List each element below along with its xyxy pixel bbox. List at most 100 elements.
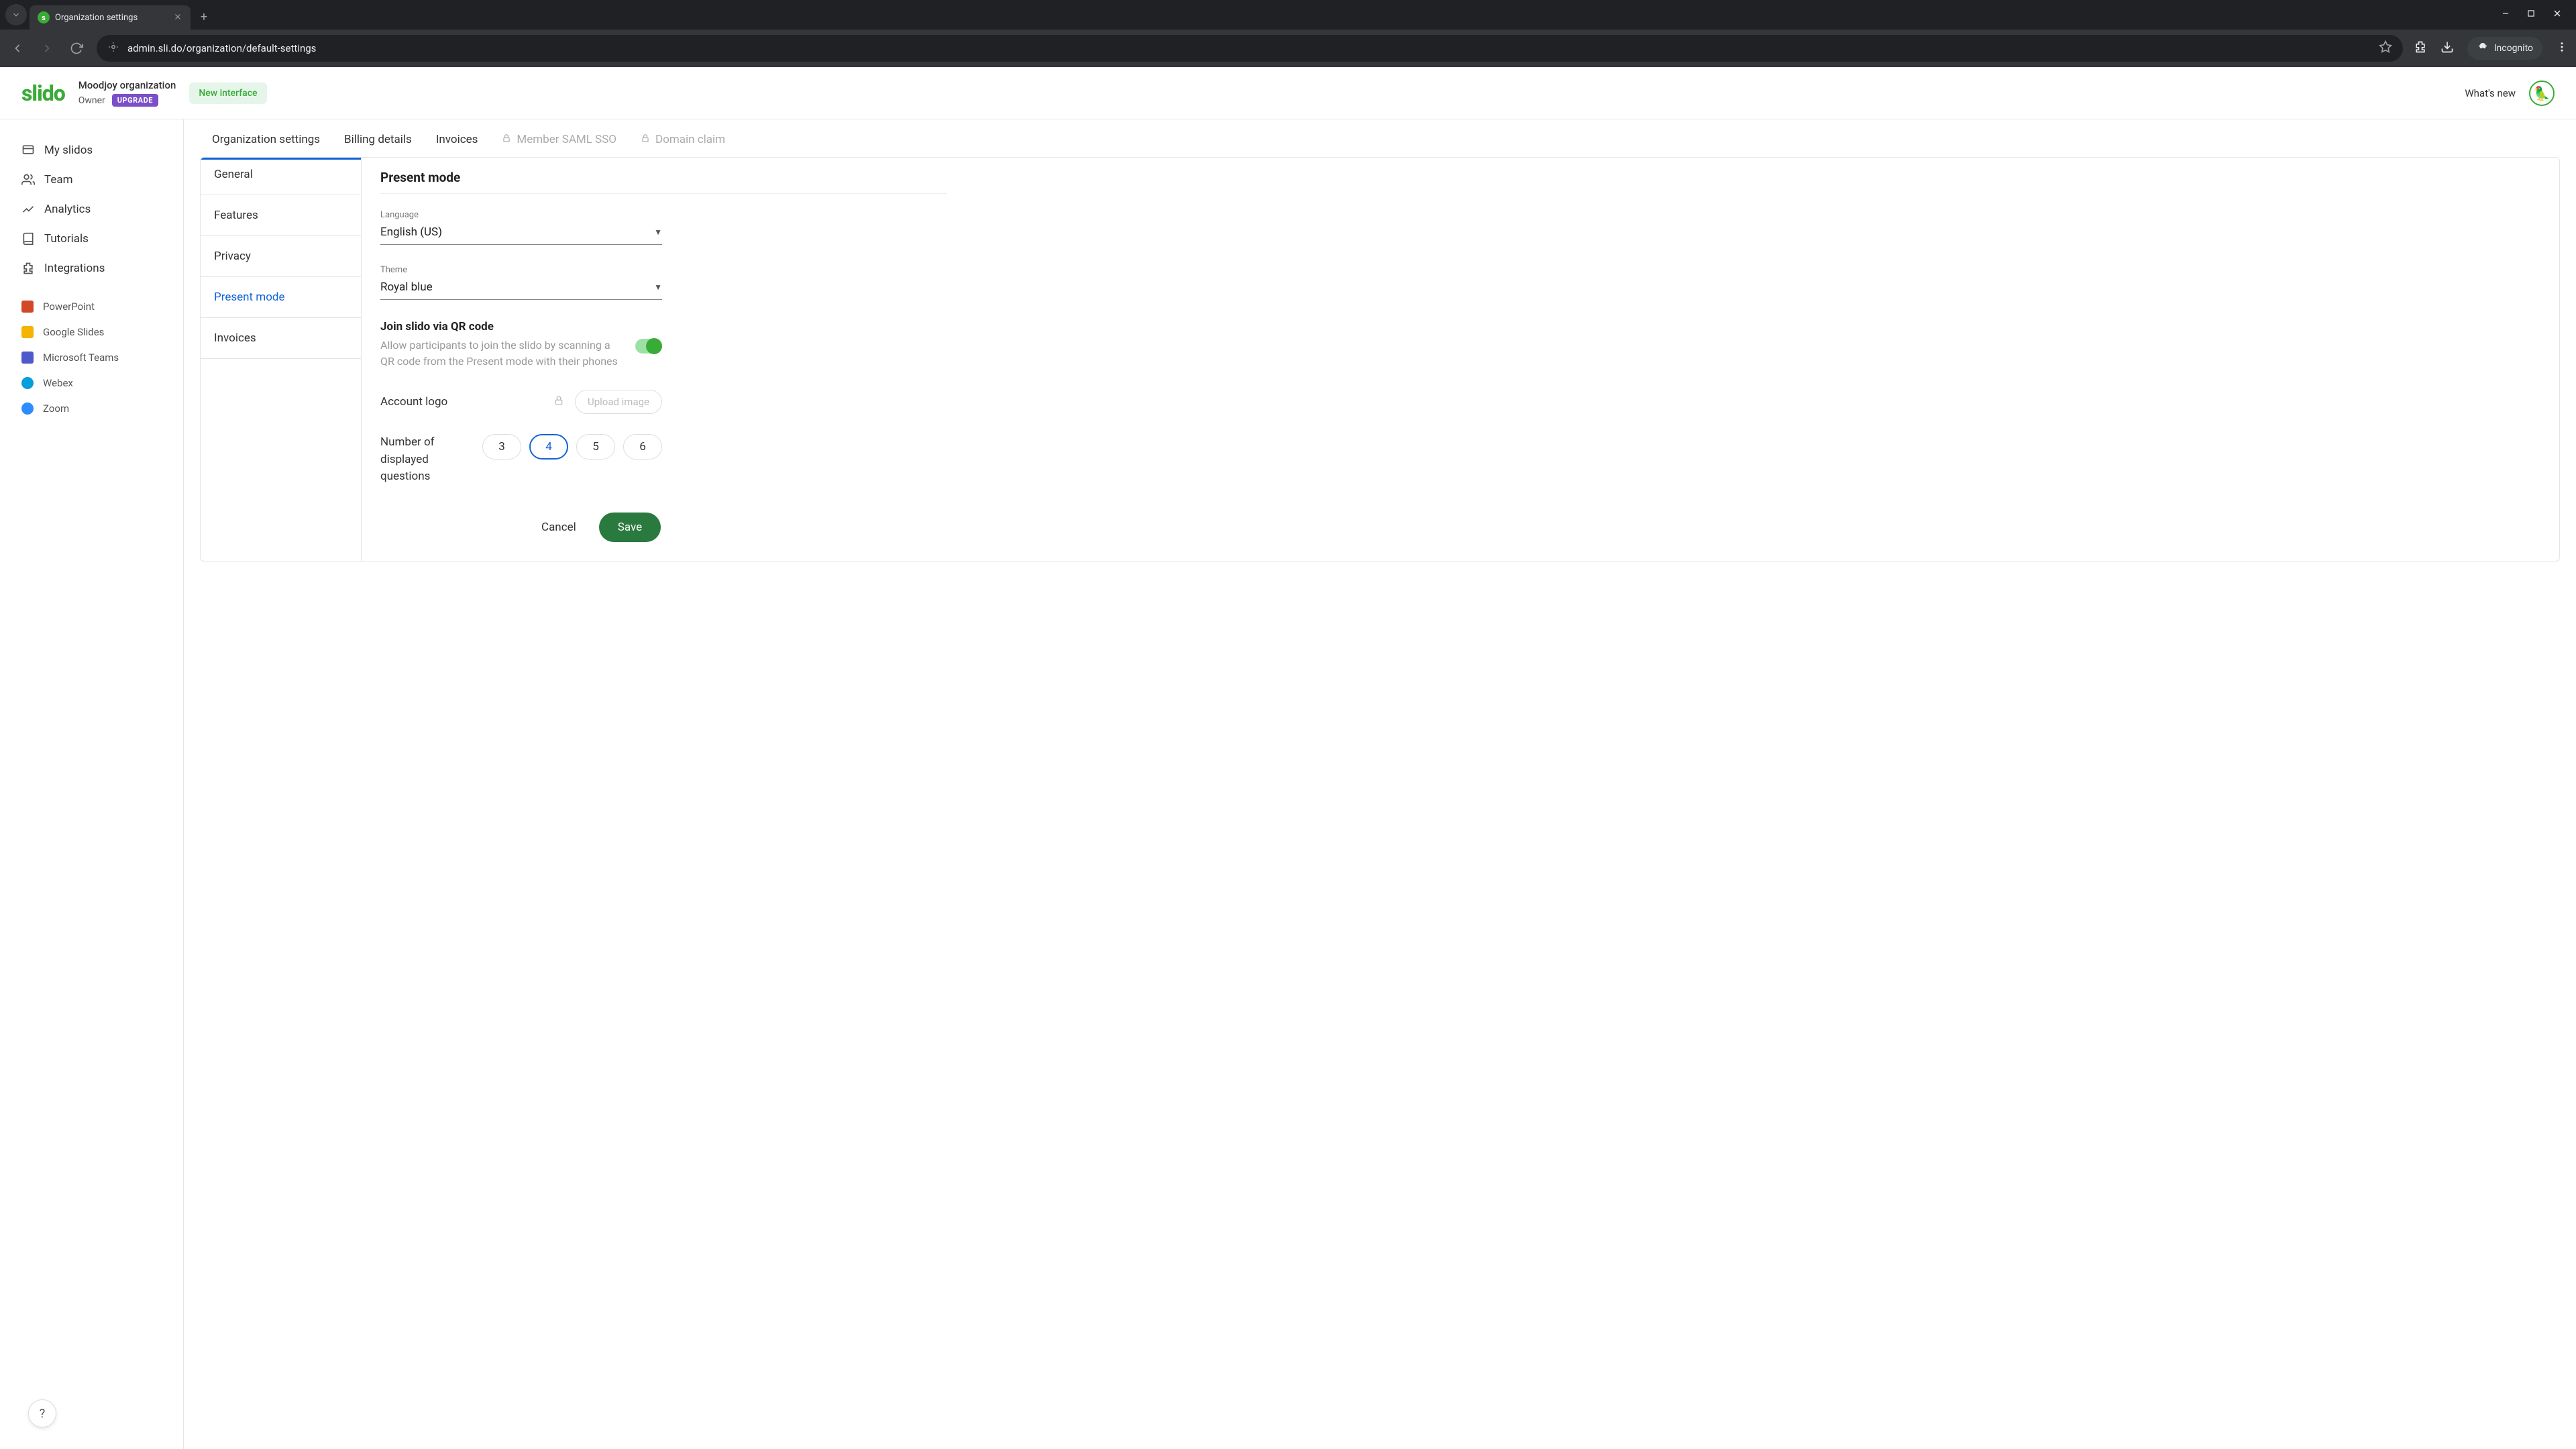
settings-nav-present-mode[interactable]: Present mode: [201, 277, 361, 318]
theme-field: Theme Royal blue ▼: [380, 265, 662, 300]
help-button[interactable]: ?: [28, 1399, 56, 1428]
divider: [380, 193, 947, 194]
new-interface-badge[interactable]: New interface: [189, 83, 266, 104]
settings-nav: General Features Privacy Present mode In…: [201, 158, 362, 561]
downloads-icon[interactable]: [2440, 40, 2454, 56]
bookmark-icon[interactable]: [2379, 40, 2392, 56]
tutorials-icon: [21, 232, 35, 246]
incognito-icon: [2477, 41, 2489, 56]
url-text: admin.sli.do/organization/default-settin…: [127, 42, 2371, 54]
tab-label: Domain claim: [655, 133, 725, 146]
site-settings-icon[interactable]: [107, 41, 119, 56]
language-label: Language: [380, 210, 662, 220]
analytics-icon: [21, 203, 35, 216]
chevron-down-icon: ▼: [654, 227, 662, 237]
tab-saml[interactable]: Member SAML SSO: [502, 133, 616, 157]
section-title: Present mode: [380, 170, 947, 185]
sidebar-item-tutorials[interactable]: Tutorials: [0, 224, 183, 254]
integration-label: Microsoft Teams: [43, 352, 119, 364]
sidebar-item-analytics[interactable]: Analytics: [0, 195, 183, 224]
settings-nav-general[interactable]: General: [201, 158, 361, 195]
actions: Cancel Save: [380, 513, 947, 542]
sidebar-item-integrations[interactable]: Integrations: [0, 254, 183, 283]
sidebar-integration-webex[interactable]: Webex: [0, 370, 183, 396]
settings-nav-features[interactable]: Features: [201, 195, 361, 236]
sidebar-item-label: Team: [44, 173, 73, 186]
org-role: Owner: [78, 95, 105, 106]
settings-nav-invoices[interactable]: Invoices: [201, 318, 361, 359]
upload-image-button[interactable]: Upload image: [575, 390, 662, 414]
sidebar-integration-google-slides[interactable]: Google Slides: [0, 319, 183, 345]
reload-button[interactable]: [67, 39, 86, 58]
qr-toggle[interactable]: [635, 339, 662, 354]
questions-row: Number of displayed questions 3 4 5 6: [380, 434, 662, 486]
upgrade-badge[interactable]: UPGRADE: [112, 94, 158, 107]
back-button[interactable]: [8, 39, 27, 58]
theme-select[interactable]: Royal blue ▼: [380, 278, 662, 300]
save-button[interactable]: Save: [599, 513, 661, 542]
tab-invoices[interactable]: Invoices: [436, 133, 478, 157]
new-tab-button[interactable]: +: [193, 6, 215, 28]
main-content: Organization settings Billing details In…: [184, 119, 2576, 1449]
extensions-icon[interactable]: [2414, 40, 2427, 56]
q-opt-5[interactable]: 5: [576, 434, 615, 460]
webex-icon: [21, 377, 34, 389]
tab-org-settings[interactable]: Organization settings: [212, 133, 320, 157]
language-select[interactable]: English (US) ▼: [380, 223, 662, 245]
tab-domain-claim[interactable]: Domain claim: [641, 133, 725, 157]
avatar[interactable]: 🦜: [2529, 80, 2555, 106]
settings-content: Present mode Language English (US) ▼ The…: [362, 158, 965, 561]
minimize-icon[interactable]: [2501, 8, 2510, 21]
integration-label: Google Slides: [43, 326, 104, 338]
tab-favicon: s: [38, 11, 50, 23]
questions-label: Number of displayed questions: [380, 434, 442, 486]
app-header: slido Moodjoy organization Owner UPGRADE…: [0, 67, 2576, 119]
toggle-knob: [646, 338, 662, 354]
sidebar-item-label: Analytics: [44, 203, 91, 216]
sidebar-integration-zoom[interactable]: Zoom: [0, 396, 183, 421]
tab-search-dropdown[interactable]: [5, 4, 27, 25]
account-logo-row: Account logo Upload image: [380, 390, 662, 414]
cancel-button[interactable]: Cancel: [528, 513, 590, 542]
address-bar: admin.sli.do/organization/default-settin…: [0, 30, 2576, 67]
sidebar-integration-ms-teams[interactable]: Microsoft Teams: [0, 345, 183, 370]
close-window-icon[interactable]: [2552, 8, 2563, 21]
sidebar: My slidos Team Analytics Tutorials Integ…: [0, 119, 184, 1449]
url-bar[interactable]: admin.sli.do/organization/default-settin…: [97, 35, 2403, 62]
sidebar-item-team[interactable]: Team: [0, 165, 183, 195]
google-slides-icon: [21, 326, 34, 338]
qr-toggle-row: Join slido via QR code Allow participant…: [380, 320, 662, 370]
settings-nav-privacy[interactable]: Privacy: [201, 236, 361, 277]
powerpoint-icon: [21, 301, 34, 313]
sidebar-item-label: Tutorials: [44, 232, 89, 246]
top-tabs: Organization settings Billing details In…: [200, 119, 2560, 157]
close-tab-icon[interactable]: [173, 11, 182, 24]
tab-title: Organization settings: [55, 13, 168, 23]
integration-label: PowerPoint: [43, 301, 95, 313]
sidebar-item-my-slidos[interactable]: My slidos: [0, 136, 183, 165]
sidebar-integration-powerpoint[interactable]: PowerPoint: [0, 294, 183, 319]
whats-new-link[interactable]: What's new: [2465, 87, 2516, 99]
slidos-icon: [21, 144, 35, 157]
maximize-icon[interactable]: [2526, 8, 2536, 21]
theme-value: Royal blue: [380, 280, 433, 294]
q-opt-6[interactable]: 6: [623, 434, 662, 460]
theme-label: Theme: [380, 265, 662, 275]
integration-label: Zoom: [43, 402, 69, 415]
logo[interactable]: slido: [21, 80, 65, 106]
account-logo-label: Account logo: [380, 395, 447, 409]
tab-billing[interactable]: Billing details: [344, 133, 412, 157]
integrations-icon: [21, 262, 35, 275]
q-opt-3[interactable]: 3: [482, 434, 521, 460]
forward-button[interactable]: [38, 39, 56, 58]
browser-tab-bar: s Organization settings +: [0, 0, 2576, 30]
q-opt-4[interactable]: 4: [529, 434, 568, 460]
tab-label: Member SAML SSO: [517, 133, 616, 146]
lock-icon: [502, 133, 511, 146]
incognito-badge[interactable]: Incognito: [2467, 37, 2542, 60]
language-value: English (US): [380, 225, 442, 239]
ms-teams-icon: [21, 352, 34, 364]
browser-menu-icon[interactable]: [2556, 41, 2568, 56]
browser-tab[interactable]: s Organization settings: [30, 5, 191, 30]
chevron-down-icon: ▼: [654, 282, 662, 292]
